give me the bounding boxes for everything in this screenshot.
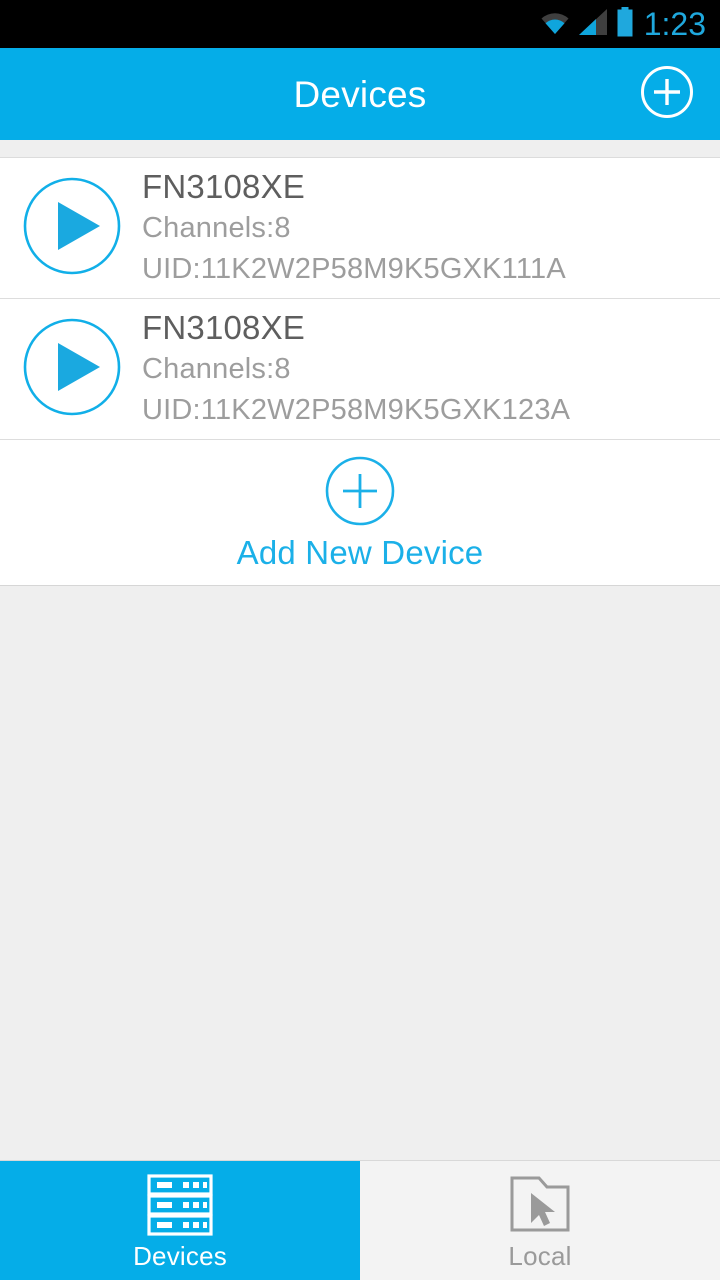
server-rack-icon <box>145 1172 215 1238</box>
plus-circle-icon <box>640 65 694 124</box>
device-channels: Channels:8 <box>142 212 291 244</box>
device-name: FN3108XE <box>142 309 306 346</box>
add-new-device-label: Add New Device <box>236 533 484 571</box>
app-screen: 1:23 Devices FN3108XE Channels:8 UID:11K… <box>0 0 720 1280</box>
tab-local[interactable]: Local <box>360 1161 720 1280</box>
table-row[interactable]: FN3108XE Channels:8 UID:11K2W2P58M9K5GXK… <box>0 299 720 440</box>
action-bar: Devices <box>0 48 720 140</box>
device-uid: UID:11K2W2P58M9K5GXK111A <box>142 253 566 285</box>
play-device-button[interactable] <box>20 176 124 280</box>
tab-devices[interactable]: Devices <box>0 1161 360 1280</box>
device-channels: Channels:8 <box>142 353 291 385</box>
add-device-button[interactable] <box>640 65 694 124</box>
tab-devices-label: Devices <box>133 1240 227 1271</box>
status-bar-icons <box>538 6 634 42</box>
device-info: FN3108XE Channels:8 UID:11K2W2P58M9K5GXK… <box>142 307 570 431</box>
status-bar-clock: 1:23 <box>643 6 706 42</box>
add-new-device-button[interactable]: Add New Device <box>0 440 720 586</box>
folder-cursor-icon <box>505 1172 575 1238</box>
status-bar: 1:23 <box>0 0 720 48</box>
device-uid: UID:11K2W2P58M9K5GXK123A <box>142 394 571 426</box>
device-name: FN3108XE <box>142 168 306 205</box>
device-list: FN3108XE Channels:8 UID:11K2W2P58M9K5GXK… <box>0 158 720 586</box>
page-title: Devices <box>293 73 427 115</box>
device-info: FN3108XE Channels:8 UID:11K2W2P58M9K5GXK… <box>142 166 566 290</box>
table-row[interactable]: FN3108XE Channels:8 UID:11K2W2P58M9K5GXK… <box>0 158 720 299</box>
tab-local-label: Local <box>508 1240 572 1271</box>
bottom-navigation: Devices Local <box>0 1160 720 1280</box>
play-circle-icon <box>22 317 122 422</box>
empty-content-area <box>0 586 720 1160</box>
play-device-button[interactable] <box>20 317 124 421</box>
header-divider-strip <box>0 140 720 158</box>
battery-icon <box>616 6 634 42</box>
wifi-icon <box>538 8 572 41</box>
cellular-signal-icon <box>578 8 609 41</box>
plus-circle-icon <box>324 455 396 527</box>
play-circle-icon <box>22 176 122 281</box>
